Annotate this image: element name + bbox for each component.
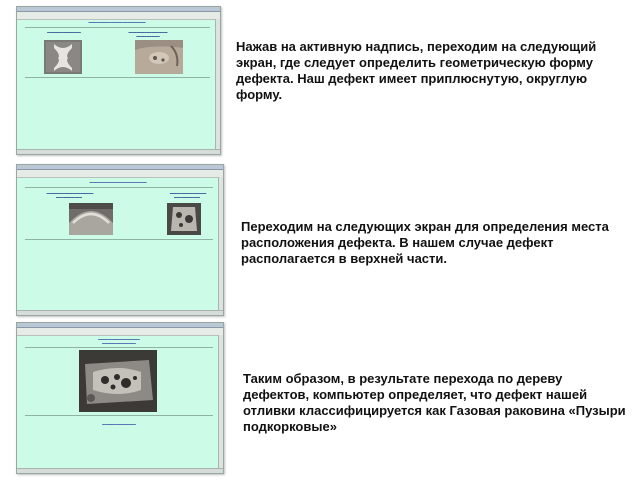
window-toolbar	[17, 328, 223, 336]
header-link: ▬▬▬▬▬▬▬▬▬▬▬▬▬▬▬▬	[98, 338, 140, 341]
step-3-description: Таким образом, в результате перехода по …	[243, 371, 626, 434]
window-statusbar	[17, 149, 220, 154]
step-2-screenshot: ▬▬▬▬▬▬▬▬▬▬▬▬▬▬▬▬▬▬▬▬▬▬ ▬▬▬▬▬▬▬▬▬▬▬▬▬▬▬▬▬…	[16, 164, 224, 316]
step-1-screenshot: ▬▬▬▬▬▬▬▬▬▬▬▬▬▬▬▬▬▬▬▬▬▬ ▬▬▬▬▬▬▬▬▬▬▬▬▬ ▬▬▬…	[16, 6, 221, 155]
window-scrollbar	[218, 335, 223, 468]
header-link: ▬▬▬▬▬▬▬▬▬▬▬▬▬▬▬▬▬▬▬▬▬▬	[88, 21, 146, 24]
header-rule	[25, 347, 213, 348]
option-label-left-2: ▬▬▬▬▬▬▬▬▬▬	[56, 196, 82, 199]
option-label-left: ▬▬▬▬▬▬▬▬▬▬▬▬▬▬▬▬▬▬	[46, 192, 94, 195]
header-rule	[25, 27, 210, 28]
option-label-right: ▬▬▬▬▬▬▬▬▬▬▬▬▬▬▬	[128, 31, 168, 34]
window-statusbar	[17, 468, 223, 473]
defect-photo-casting-part	[167, 203, 201, 235]
option-label-right: ▬▬▬▬▬▬▬▬▬▬▬▬▬▬	[169, 192, 207, 195]
step-1-description: Нажав на активную надпись, переходим на …	[236, 39, 597, 102]
header-rule	[25, 187, 213, 188]
footer-rule	[25, 415, 213, 416]
footer-rule	[25, 77, 210, 78]
header-link: ▬▬▬▬▬▬▬▬▬▬▬▬▬▬▬▬▬▬▬▬▬▬	[89, 181, 147, 184]
option-label-right-2: ▬▬▬▬▬▬▬▬▬▬	[174, 196, 200, 199]
window-toolbar	[17, 170, 223, 178]
defect-photo-casting	[135, 40, 183, 74]
option-label-left: ▬▬▬▬▬▬▬▬▬▬▬▬▬	[47, 31, 81, 34]
window-toolbar	[17, 12, 220, 20]
option-label-right-2: ▬▬▬▬▬▬▬▬▬	[136, 35, 160, 38]
footer-link: ▬▬▬▬▬▬▬▬▬▬▬▬▬	[102, 423, 136, 426]
window-scrollbar	[215, 19, 220, 149]
window-statusbar	[17, 310, 223, 315]
step-2-description: Переходим на следующих экран для определ…	[241, 219, 609, 266]
header-link-2: ▬▬▬▬▬▬▬▬▬▬▬▬▬	[102, 342, 136, 345]
footer-rule	[25, 239, 213, 240]
defect-photo-cross-section	[44, 40, 82, 74]
defect-photo-top-location	[69, 203, 113, 235]
window-scrollbar	[218, 177, 223, 310]
defect-photo-gas-blowholes	[79, 350, 157, 412]
step-3-screenshot: ▬▬▬▬▬▬▬▬▬▬▬▬▬▬▬▬ ▬▬▬▬▬▬▬▬▬▬▬▬▬ ▬▬▬▬▬▬▬▬▬…	[16, 322, 224, 474]
